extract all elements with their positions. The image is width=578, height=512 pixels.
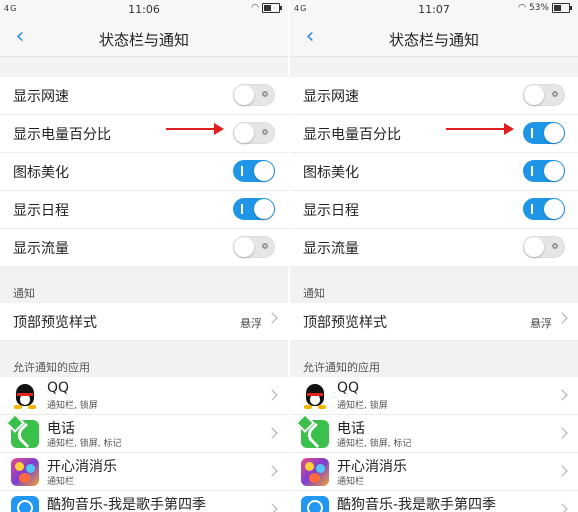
app-row-qq[interactable]: QQ 通知栏, 锁屏	[290, 377, 578, 415]
schedule-toggle[interactable]	[523, 198, 565, 220]
chevron-right-icon	[556, 389, 568, 401]
setting-row-data-usage[interactable]: 显示流量	[290, 229, 578, 267]
annotation-arrow-right	[446, 123, 514, 135]
battery-percent-toggle[interactable]	[523, 122, 565, 144]
app-name: 酷狗音乐-我是歌手第四季	[337, 497, 497, 512]
setting-label: 显示电量百分比	[303, 126, 401, 143]
schedule-toggle[interactable]	[233, 198, 275, 220]
battery-icon	[552, 3, 572, 13]
setting-label: 显示网速	[13, 88, 69, 105]
header: ‹ 状态栏与通知	[0, 20, 288, 57]
setting-row-schedule[interactable]: 显示日程	[0, 191, 288, 229]
app-sub: 通知栏, 锁屏, 标记	[47, 439, 122, 449]
app-sub: 通知栏	[337, 477, 365, 487]
chevron-right-icon	[266, 389, 278, 401]
setting-label: 图标美化	[13, 164, 69, 181]
setting-row-icon-beautify[interactable]: 图标美化	[290, 153, 578, 191]
icon-beautify-toggle[interactable]	[523, 160, 565, 182]
chevron-right-icon	[556, 312, 568, 324]
setting-row-network-speed[interactable]: 显示网速	[0, 77, 288, 115]
data-usage-toggle[interactable]	[523, 236, 565, 258]
preview-style-value: 悬浮	[530, 317, 552, 330]
wifi-icon: ◠	[251, 3, 259, 13]
setting-row-battery-percent[interactable]: 显示电量百分比	[290, 115, 578, 153]
section-title-notification: 通知	[303, 287, 325, 300]
preview-style-label: 顶部预览样式	[303, 314, 387, 331]
setting-label: 显示流量	[303, 240, 359, 257]
game-icon	[301, 458, 329, 486]
app-name: 开心消消乐	[337, 459, 407, 475]
setting-label: 显示电量百分比	[13, 126, 111, 143]
app-sub: 通知栏, 锁屏, 标记	[337, 439, 412, 449]
app-sub: 通知栏, 锁屏	[337, 401, 388, 411]
kugou-icon	[11, 496, 39, 512]
wifi-icon: ◠	[518, 3, 526, 13]
setting-label: 显示流量	[13, 240, 69, 257]
network-speed-toggle[interactable]	[233, 84, 275, 106]
section-title-notification: 通知	[13, 287, 35, 300]
chevron-right-icon	[556, 465, 568, 477]
page-title: 状态栏与通知	[98, 31, 189, 49]
setting-row-battery-percent[interactable]: 显示电量百分比	[0, 115, 288, 153]
chevron-right-icon	[266, 465, 278, 477]
game-icon	[11, 458, 39, 486]
app-name: 电话	[337, 421, 365, 437]
app-name: QQ	[337, 380, 360, 396]
setting-row-data-usage[interactable]: 显示流量	[0, 229, 288, 267]
header: ‹ 状态栏与通知	[290, 20, 578, 57]
battery-percent-toggle[interactable]	[233, 122, 275, 144]
app-sub: 通知栏, 锁屏	[47, 401, 98, 411]
app-name: 酷狗音乐-我是歌手第四季	[47, 497, 207, 512]
app-row-phone[interactable]: 电话 通知栏, 锁屏, 标记	[290, 413, 578, 453]
chevron-right-icon	[266, 503, 278, 512]
app-name: QQ	[47, 380, 70, 396]
preview-style-row[interactable]: 顶部预览样式 悬浮	[290, 303, 578, 341]
app-name: 电话	[47, 421, 75, 437]
app-name: 开心消消乐	[47, 459, 117, 475]
phone-icon	[5, 413, 40, 449]
preview-style-value: 悬浮	[240, 317, 262, 330]
setting-label: 显示日程	[13, 202, 69, 219]
setting-row-network-speed[interactable]: 显示网速	[290, 77, 578, 115]
page-title: 状态栏与通知	[388, 31, 479, 49]
qq-icon	[11, 382, 39, 410]
chevron-right-icon	[266, 312, 278, 324]
screen-before: 4G 11:06 ◠ ‹ 状态栏与通知 显示网速 显示电量百分比 图标美化 显示…	[0, 0, 288, 512]
battery-percent: 53%	[528, 3, 549, 13]
app-row-kugou[interactable]: 酷狗音乐-我是歌手第四季	[290, 491, 578, 512]
app-row-qq[interactable]: QQ 通知栏, 锁屏	[0, 377, 288, 415]
setting-row-icon-beautify[interactable]: 图标美化	[0, 153, 288, 191]
setting-label: 显示日程	[303, 202, 359, 219]
icon-beautify-toggle[interactable]	[233, 160, 275, 182]
preview-style-row[interactable]: 顶部预览样式 悬浮	[0, 303, 288, 341]
section-title-apps: 允许通知的应用	[13, 361, 90, 374]
qq-icon	[301, 382, 329, 410]
chevron-right-icon	[556, 503, 568, 512]
network-speed-toggle[interactable]	[523, 84, 565, 106]
app-row-phone[interactable]: 电话 通知栏, 锁屏, 标记	[0, 413, 288, 453]
annotation-arrow-left	[166, 123, 224, 135]
battery-icon	[262, 3, 282, 13]
kugou-icon	[301, 496, 329, 512]
preview-style-label: 顶部预览样式	[13, 314, 97, 331]
section-title-apps: 允许通知的应用	[303, 361, 380, 374]
chevron-right-icon	[556, 427, 568, 439]
status-bar: 4G 11:07 ◠ 53%	[290, 0, 578, 20]
setting-label: 图标美化	[303, 164, 359, 181]
app-row-kugou[interactable]: 酷狗音乐-我是歌手第四季	[0, 491, 288, 512]
setting-label: 显示网速	[303, 88, 359, 105]
app-row-game[interactable]: 开心消消乐 通知栏	[0, 453, 288, 491]
app-row-game[interactable]: 开心消消乐 通知栏	[290, 453, 578, 491]
phone-icon	[295, 413, 330, 449]
status-time: 11:06	[128, 3, 160, 16]
data-usage-toggle[interactable]	[233, 236, 275, 258]
screen-after: 4G 11:07 ◠ 53% ‹ 状态栏与通知 显示网速 显示电量百分比 图标美…	[290, 0, 578, 512]
setting-row-schedule[interactable]: 显示日程	[290, 191, 578, 229]
status-bar: 4G 11:06 ◠	[0, 0, 288, 20]
app-sub: 通知栏	[47, 477, 75, 487]
chevron-right-icon	[266, 427, 278, 439]
